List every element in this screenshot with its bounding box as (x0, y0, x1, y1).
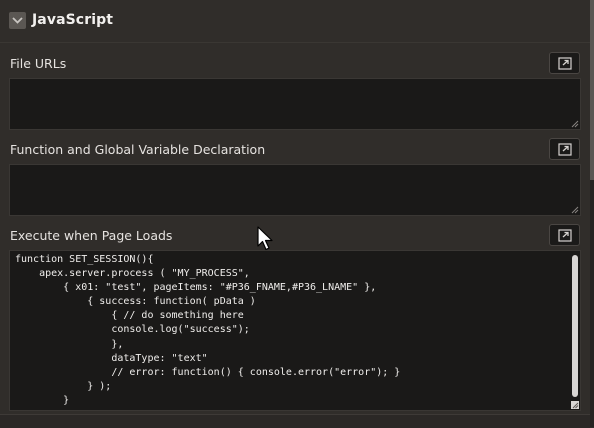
execute-on-load-textarea[interactable]: function SET_SESSION(){ apex.server.proc… (9, 250, 581, 411)
next-region-edge (0, 414, 590, 428)
execute-on-load-label: Execute when Page Loads (10, 228, 173, 243)
function-declaration-expand-button[interactable] (549, 138, 580, 160)
expand-icon (558, 57, 572, 70)
file-urls-label: File URLs (10, 56, 67, 71)
file-urls-textarea[interactable] (9, 78, 581, 130)
expand-icon (558, 143, 572, 156)
javascript-region: JavaScript File URLs Function and Global… (0, 0, 590, 428)
chevron-down-icon (12, 17, 23, 24)
resize-grip-icon[interactable] (571, 401, 579, 409)
execute-on-load-expand-button[interactable] (549, 224, 580, 246)
collapse-toggle-button[interactable] (9, 12, 26, 29)
mouse-pointer-icon (257, 226, 273, 251)
page-scrollbar[interactable] (590, 0, 594, 427)
function-declaration-label: Function and Global Variable Declaration (10, 142, 266, 157)
resize-grip-icon[interactable] (571, 206, 579, 214)
file-urls-expand-button[interactable] (549, 52, 580, 74)
code-scrollbar[interactable] (572, 255, 578, 397)
region-header: JavaScript (0, 0, 590, 43)
expand-icon (558, 229, 572, 242)
region-title: JavaScript (32, 12, 114, 28)
resize-grip-icon[interactable] (571, 120, 579, 128)
function-declaration-textarea[interactable] (9, 164, 581, 216)
page-scrollbar-thumb[interactable] (590, 0, 594, 180)
code-scrollbar-thumb[interactable] (572, 255, 578, 397)
code-content[interactable]: function SET_SESSION(){ apex.server.proc… (15, 253, 400, 408)
